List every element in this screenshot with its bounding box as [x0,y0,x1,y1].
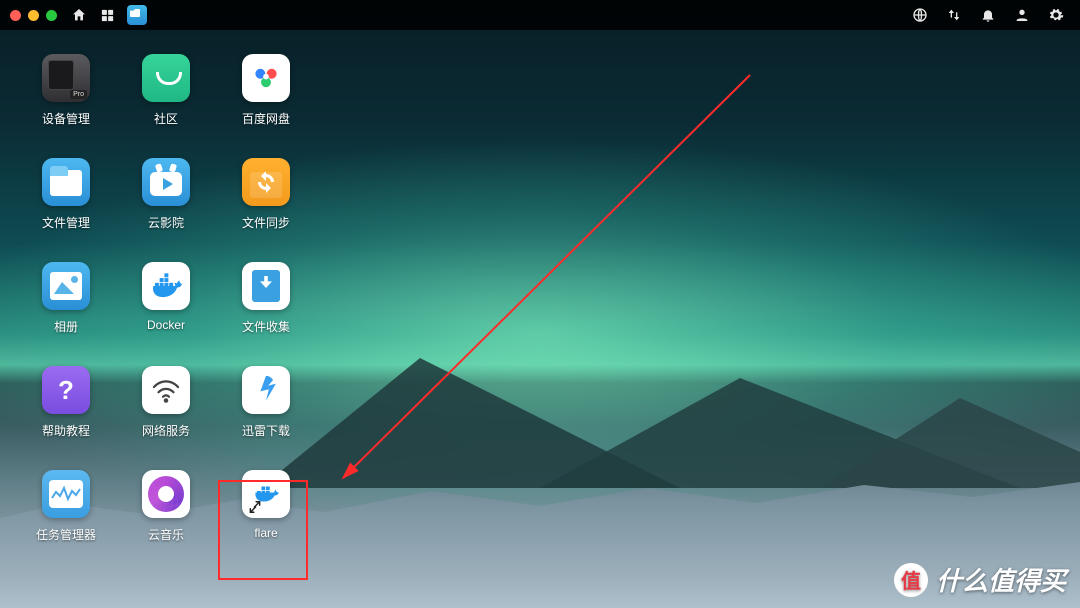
file-manager-icon [42,158,90,206]
app-thunder-download[interactable]: 迅雷下载 [216,360,316,460]
window-close-button[interactable] [10,10,21,21]
cloud-music-label: 云音乐 [148,526,184,543]
device-manager-label: 设备管理 [42,110,90,127]
transfer-updown-icon[interactable] [946,7,962,23]
baidu-netdisk-icon [242,54,290,102]
globe-network-icon[interactable] [912,7,928,23]
device-manager-icon [42,54,90,102]
files-tab-icon[interactable] [127,5,147,25]
watermark: 值 什么值得买 [894,561,1066,598]
user-profile-icon[interactable] [1014,7,1030,23]
app-network-service[interactable]: 网络服务 [116,360,216,460]
help-tutorial-label: 帮助教程 [42,422,90,439]
task-manager-icon [42,470,90,518]
album-label: 相册 [54,318,78,335]
network-service-label: 网络服务 [142,422,190,439]
flare-icon [242,470,290,518]
app-file-manager[interactable]: 文件管理 [16,152,116,252]
app-album[interactable]: 相册 [16,256,116,356]
album-icon [42,262,90,310]
file-manager-label: 文件管理 [42,214,90,231]
app-docker[interactable]: Docker [116,256,216,356]
baidu-netdisk-label: 百度网盘 [242,110,290,127]
file-sync-icon [242,158,290,206]
app-task-manager[interactable]: 任务管理器 [16,464,116,564]
community-label: 社区 [154,110,178,127]
thunder-download-label: 迅雷下载 [242,422,290,439]
docker-label: Docker [147,318,185,332]
top-menu-bar [0,0,1080,30]
app-cloud-cinema[interactable]: 云影院 [116,152,216,252]
file-collect-icon [242,262,290,310]
docker-icon [142,262,190,310]
desktop-icons-grid: 设备管理 社区 百度网盘文件管理 云影院 文件同步相册 Docker 文件收集帮助教程 网络服… [16,48,316,564]
flare-label: flare [254,526,277,540]
window-minimize-button[interactable] [28,10,39,21]
cloud-cinema-icon [142,158,190,206]
home-icon[interactable] [71,7,87,23]
app-community[interactable]: 社区 [116,48,216,148]
watermark-badge: 值 [894,563,928,597]
window-traffic-lights [10,10,57,21]
file-collect-label: 文件收集 [242,318,290,335]
task-manager-label: 任务管理器 [36,526,96,543]
cloud-cinema-label: 云影院 [148,214,184,231]
watermark-text: 什么值得买 [936,561,1066,598]
app-file-collect[interactable]: 文件收集 [216,256,316,356]
app-device-manager[interactable]: 设备管理 [16,48,116,148]
apps-grid-icon[interactable] [99,7,115,23]
settings-gear-icon[interactable] [1048,7,1064,23]
network-service-icon [142,366,190,414]
thunder-download-icon [242,366,290,414]
app-baidu-netdisk[interactable]: 百度网盘 [216,48,316,148]
app-cloud-music[interactable]: 云音乐 [116,464,216,564]
notifications-bell-icon[interactable] [980,7,996,23]
app-file-sync[interactable]: 文件同步 [216,152,316,252]
app-flare[interactable]: flare [216,464,316,564]
file-sync-label: 文件同步 [242,214,290,231]
app-help-tutorial[interactable]: 帮助教程 [16,360,116,460]
cloud-music-icon [142,470,190,518]
help-tutorial-icon [42,366,90,414]
window-maximize-button[interactable] [46,10,57,21]
community-icon [142,54,190,102]
